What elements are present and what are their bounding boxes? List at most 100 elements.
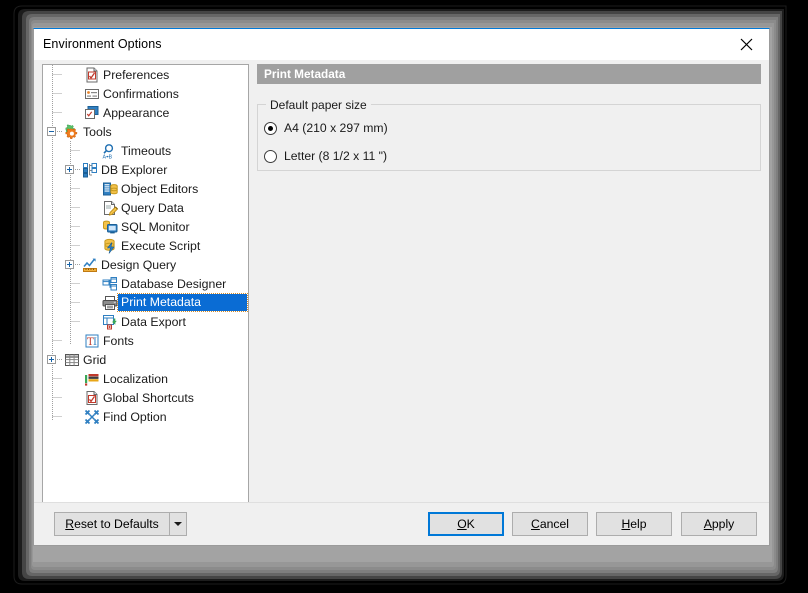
dialog-footer: Reset to Defaults OK Cancel Help Apply bbox=[34, 502, 769, 545]
cancel-label: ancel bbox=[539, 517, 569, 531]
environment-options-dialog: Environment Options Preferences Confirma… bbox=[33, 28, 770, 546]
tree-item-label: Grid bbox=[83, 352, 107, 367]
tree-item-label: SQL Monitor bbox=[121, 219, 190, 234]
ok-accel: O bbox=[457, 517, 467, 531]
paper-size-group: Default paper size A4 (210 x 297 mm) Let… bbox=[257, 98, 761, 171]
tree-item-icon bbox=[82, 257, 98, 273]
expand-icon[interactable] bbox=[47, 355, 56, 364]
global-shortcuts-icon bbox=[86, 390, 98, 405]
tree-item-icon bbox=[102, 219, 118, 235]
tree-item-icon bbox=[64, 352, 80, 368]
settings-panel: Print Metadata Default paper size A4 (21… bbox=[257, 64, 761, 503]
cancel-accel: C bbox=[531, 517, 540, 531]
tree-item-print-metadata[interactable]: Print Metadata bbox=[43, 293, 248, 312]
reset-to-defaults-dropdown[interactable] bbox=[170, 512, 187, 536]
tree-item-label: Timeouts bbox=[121, 143, 172, 158]
tree-item-label: Database Designer bbox=[121, 276, 227, 291]
help-button[interactable]: Help bbox=[596, 512, 672, 536]
appearance-icon bbox=[85, 105, 99, 119]
execute-script-icon bbox=[104, 238, 115, 254]
ok-button[interactable]: OK bbox=[428, 512, 504, 536]
apply-label: pply bbox=[711, 517, 735, 531]
tree-item-fonts[interactable]: T I Fonts bbox=[43, 331, 248, 350]
tree-item-icon bbox=[84, 390, 100, 406]
radio-indicator-letter[interactable] bbox=[264, 149, 277, 163]
close-button[interactable] bbox=[724, 29, 769, 59]
title-bar: Environment Options bbox=[34, 29, 769, 60]
object-editors-icon bbox=[103, 182, 118, 195]
tree-item-find-option[interactable]: Find Option bbox=[43, 407, 248, 426]
tree-item-label: Data Export bbox=[121, 314, 186, 329]
tree-item-database-designer[interactable]: Database Designer bbox=[43, 274, 248, 293]
collapse-icon[interactable] bbox=[47, 127, 56, 136]
reset-label: eset to Defaults bbox=[74, 517, 159, 531]
apply-button[interactable]: Apply bbox=[681, 512, 757, 536]
tree-item-appearance[interactable]: Appearance bbox=[43, 103, 248, 122]
tree-item-design-query[interactable]: Design Query bbox=[43, 255, 248, 274]
timeouts-icon: AB bbox=[103, 143, 114, 159]
tree-item-icon bbox=[82, 162, 98, 178]
tree-item-label: Object Editors bbox=[121, 181, 199, 196]
paper-size-group-label: Default paper size bbox=[266, 98, 371, 112]
tree-item-label: Find Option bbox=[103, 409, 167, 424]
query-data-icon bbox=[104, 200, 118, 216]
design-query-icon bbox=[83, 258, 97, 272]
tree-item-icon bbox=[102, 181, 118, 197]
tree-item-sql-monitor[interactable]: SQL Monitor bbox=[43, 217, 248, 236]
expand-icon[interactable] bbox=[65, 165, 74, 174]
ok-label: K bbox=[466, 517, 475, 531]
radio-label-letter: Letter (8 1/2 x 11 ") bbox=[284, 149, 388, 163]
help-label: elp bbox=[630, 517, 647, 531]
tree-item-label: Execute Script bbox=[121, 238, 201, 253]
tree-item-query-data[interactable]: Query Data bbox=[43, 198, 248, 217]
svg-text:I: I bbox=[93, 337, 97, 348]
tree-item-timeouts[interactable]: A B Timeouts bbox=[43, 141, 248, 160]
tree-item-icon bbox=[102, 276, 118, 292]
database-designer-icon bbox=[102, 276, 117, 290]
localization-icon bbox=[85, 373, 99, 386]
tree-item-preferences[interactable]: Preferences bbox=[43, 65, 248, 84]
tree-item-object-editors[interactable]: Object Editors bbox=[43, 179, 248, 198]
tree-item-icon bbox=[84, 409, 100, 425]
tree-item-confirmations[interactable]: Confirmations bbox=[43, 84, 248, 103]
svg-text:B: B bbox=[109, 154, 113, 159]
close-icon bbox=[740, 38, 753, 50]
find-option-icon bbox=[84, 409, 100, 424]
tree-item-icon bbox=[84, 86, 100, 102]
tree-item-db-explorer[interactable]: DB Explorer bbox=[43, 160, 248, 179]
tree-item-tools[interactable]: Tools bbox=[43, 122, 248, 141]
tree-item-global-shortcuts[interactable]: Global Shortcuts bbox=[43, 388, 248, 407]
reset-accel: R bbox=[65, 517, 75, 531]
expand-icon[interactable] bbox=[65, 260, 74, 269]
tree-item-label: Fonts bbox=[103, 333, 134, 348]
screen: Environment Options Preferences Confirma… bbox=[0, 0, 808, 593]
options-tree[interactable]: Preferences Confirmations Appearance Tools A… bbox=[42, 64, 249, 503]
radio-option-a4[interactable]: A4 (210 x 297 mm) bbox=[264, 121, 388, 135]
svg-text:A: A bbox=[103, 154, 107, 159]
tree-item-label: Query Data bbox=[121, 200, 184, 215]
chevron-down-icon bbox=[174, 522, 182, 526]
tree-item-label: Design Query bbox=[101, 257, 177, 272]
tree-item-execute-script[interactable]: Execute Script bbox=[43, 236, 248, 255]
grid-icon bbox=[65, 353, 79, 366]
tree-item-label: Global Shortcuts bbox=[103, 390, 194, 405]
tree-item-data-export[interactable]: Data Export bbox=[43, 312, 248, 331]
tree-item-localization[interactable]: Localization bbox=[43, 369, 248, 388]
tree-item-icon: AB bbox=[102, 143, 118, 159]
radio-indicator-a4[interactable] bbox=[264, 121, 277, 135]
tree-item-icon bbox=[102, 314, 118, 330]
radio-option-letter[interactable]: Letter (8 1/2 x 11 ") bbox=[264, 149, 387, 163]
tree-item-icon bbox=[64, 123, 80, 140]
tree-item-label: Tools bbox=[83, 124, 112, 139]
print-metadata-icon bbox=[102, 295, 118, 310]
fonts-icon: TI bbox=[85, 334, 99, 348]
cancel-button[interactable]: Cancel bbox=[512, 512, 588, 536]
page-title: Print Metadata bbox=[257, 64, 761, 84]
tree-item-grid[interactable]: Grid bbox=[43, 350, 248, 369]
radio-label-a4: A4 (210 x 297 mm) bbox=[284, 121, 388, 135]
tree-item-label: Appearance bbox=[103, 105, 170, 120]
window-title: Environment Options bbox=[43, 37, 162, 51]
apply-accel: A bbox=[703, 517, 712, 531]
reset-to-defaults-button[interactable]: Reset to Defaults bbox=[54, 512, 170, 536]
tools-icon bbox=[65, 123, 78, 139]
